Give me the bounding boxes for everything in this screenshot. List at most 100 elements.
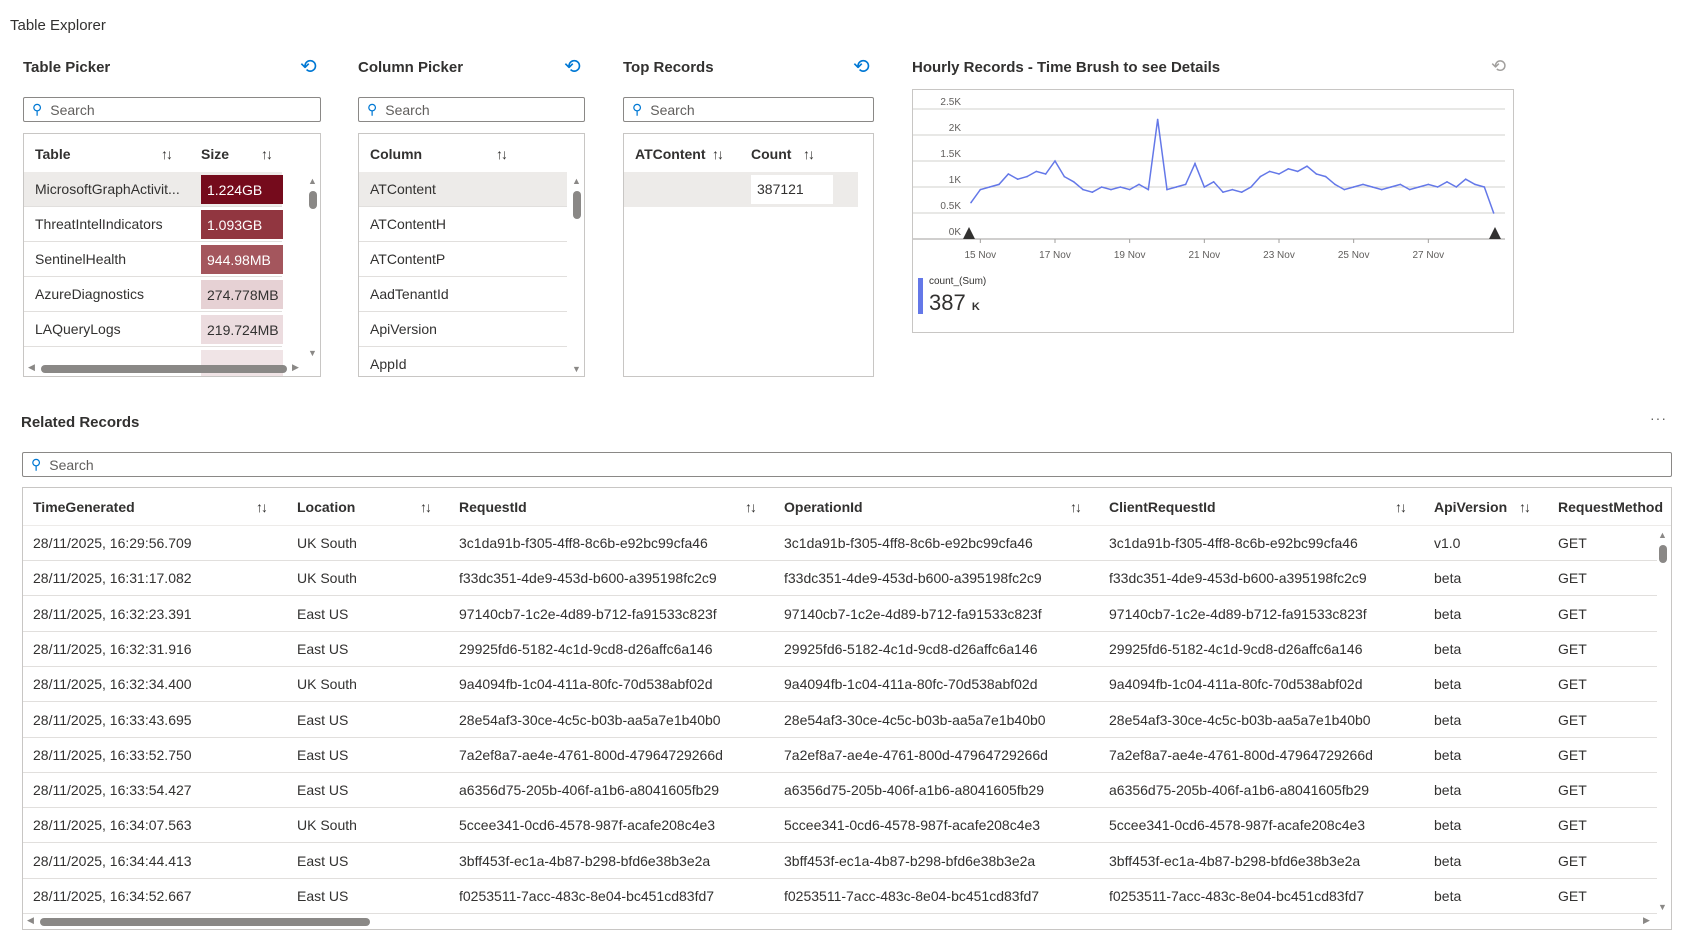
data-point <box>1455 186 1458 188</box>
cell-location: East US <box>297 888 349 904</box>
search-placeholder: Search <box>385 101 430 118</box>
column-header-table[interactable]: Table <box>35 146 71 162</box>
table-row[interactable]: SentinelHealth 944.98MB <box>24 242 283 277</box>
reset-undo-icon[interactable]: ⟲ <box>853 54 870 79</box>
sort-icon[interactable]: ↑↓ <box>161 146 173 162</box>
scroll-down-icon[interactable]: ▼ <box>572 364 581 374</box>
scroll-down-icon[interactable]: ▼ <box>1658 902 1667 912</box>
cell-requestid: 3bff453f-ec1a-4b87-b298-bfd6e38b3e2a <box>459 852 711 869</box>
column-row[interactable]: ATContentP <box>359 242 567 277</box>
table-row[interactable]: 28/11/2025, 16:34:07.563 UK South 5ccee341… <box>23 808 1657 844</box>
scroll-left-icon[interactable]: ◀ <box>28 362 35 373</box>
column-row[interactable]: ApiVersion <box>359 312 567 347</box>
column-header-requestmethod[interactable]: RequestMethod <box>1558 499 1663 515</box>
cell-apiversion: beta <box>1434 888 1462 904</box>
cell-apiversion: beta <box>1434 782 1462 799</box>
table-row[interactable]: 28/11/2025, 16:33:43.695 East US 28e54af3-… <box>23 703 1657 738</box>
brush-handle-left[interactable] <box>963 227 975 239</box>
column-row[interactable]: AadTenantId <box>359 277 567 312</box>
reset-undo-icon[interactable]: ⟲ <box>564 54 581 79</box>
scroll-down-icon[interactable]: ▼ <box>308 348 317 358</box>
vertical-scrollbar[interactable] <box>309 191 317 209</box>
table-row[interactable]: 28/11/2025, 16:32:23.391 East US 97140cb7-… <box>23 597 1657 632</box>
column-header-apiversion[interactable]: ApiVersion <box>1434 499 1507 515</box>
column-row[interactable]: ATContentH <box>359 207 567 242</box>
column-header-count[interactable]: Count <box>751 146 791 162</box>
cell-requestmethod: GET <box>1558 852 1587 869</box>
table-row[interactable]: 28/11/2025, 16:33:52.750 East US 7a2ef8a7-… <box>23 738 1657 773</box>
table-row[interactable]: 28/11/2025, 16:29:56.709 UK South 3c1da91b… <box>23 526 1657 561</box>
table-row[interactable]: 28/11/2025, 16:34:52.667 East US f0253511-… <box>23 879 1657 914</box>
data-point <box>1063 175 1066 178</box>
cell-operationid: 3bff453f-ec1a-4b87-b298-bfd6e38b3e2a <box>784 852 1036 869</box>
table-row[interactable]: 28/11/2025, 16:31:17.082 UK South f33dc351… <box>23 561 1657 597</box>
data-point <box>1128 188 1131 191</box>
column-header-location[interactable]: Location <box>297 499 355 515</box>
scroll-left-icon[interactable]: ◀ <box>27 915 34 926</box>
column-search-input[interactable]: ⚲ Search <box>358 97 585 122</box>
history-icon[interactable]: ⟲ <box>1491 56 1506 77</box>
data-point <box>1352 186 1355 188</box>
scroll-up-icon[interactable]: ▲ <box>308 176 317 186</box>
table-row[interactable]: AzureDiagnostics 274.778MB <box>24 277 283 312</box>
sort-icon[interactable]: ↑↓ <box>1070 499 1082 515</box>
cell-operationid: 28e54af3-30ce-4c5c-b03b-aa5a7e1b40b0 <box>784 711 1046 728</box>
table-row[interactable]: ThreatIntelIndicators 1.093GB <box>24 207 283 242</box>
sort-icon[interactable]: ↑↓ <box>803 146 815 162</box>
table-row[interactable]: LAQueryLogs 219.724MB <box>24 312 283 347</box>
table-row[interactable]: 28/11/2025, 16:32:34.400 UK South 9a4094fb… <box>23 667 1657 703</box>
sort-icon[interactable]: ↑↓ <box>256 499 268 515</box>
scroll-up-icon[interactable]: ▲ <box>572 176 581 186</box>
column-row[interactable]: ATContent <box>359 172 567 207</box>
sort-icon[interactable]: ↑↓ <box>496 146 508 162</box>
sort-icon[interactable]: ↑↓ <box>745 499 757 515</box>
table-row[interactable]: MicrosoftGraphActivit... 1.224GB <box>24 172 283 207</box>
size-cell: 944.98MB <box>201 245 283 274</box>
data-point <box>1082 188 1084 191</box>
cell-clientrequestid: 7a2ef8a7-ae4e-4761-800d-47964729266d <box>1109 746 1373 763</box>
table-search-input[interactable]: ⚲ Search <box>23 97 321 122</box>
more-options-icon[interactable]: ··· <box>1650 410 1667 426</box>
sort-icon[interactable]: ↑↓ <box>1519 499 1531 515</box>
column-header-clientrequestid[interactable]: ClientRequestId <box>1109 499 1216 515</box>
data-point <box>1222 191 1224 193</box>
search-placeholder: Search <box>650 101 695 118</box>
table-name: ThreatIntelIndicators <box>35 216 163 232</box>
vertical-scrollbar[interactable] <box>1659 545 1667 563</box>
column-header-requestid[interactable]: RequestId <box>459 499 527 515</box>
scroll-right-icon[interactable]: ▶ <box>292 362 299 373</box>
cell-operationid: 29925fd6-5182-4c1d-9cd8-d26affc6a146 <box>784 640 1038 657</box>
sort-icon[interactable]: ↑↓ <box>420 499 432 515</box>
horizontal-scrollbar[interactable] <box>41 365 287 373</box>
column-header-column[interactable]: Column <box>370 146 422 162</box>
data-point <box>1362 183 1364 186</box>
table-row[interactable]: 28/11/2025, 16:32:31.916 East US 29925fd6-… <box>23 632 1657 667</box>
sort-icon[interactable]: ↑↓ <box>712 146 724 162</box>
page-title: Table Explorer <box>10 17 106 34</box>
table-row[interactable]: 387121 <box>624 172 858 207</box>
column-header-size[interactable]: Size <box>201 146 229 162</box>
column-header-operationid[interactable]: OperationId <box>784 499 863 515</box>
sort-icon[interactable]: ↑↓ <box>1395 499 1407 515</box>
sort-icon[interactable]: ↑↓ <box>261 146 273 162</box>
related-search-input[interactable]: ⚲ Search <box>22 452 1672 477</box>
reset-undo-icon[interactable]: ⟲ <box>300 54 317 79</box>
column-header-timegenerated[interactable]: TimeGenerated <box>33 499 135 515</box>
table-row[interactable]: 28/11/2025, 16:34:44.413 East US 3bff453f-… <box>23 844 1657 879</box>
cell-operationid: 97140cb7-1c2e-4d89-b712-fa91533c823f <box>784 605 1042 622</box>
scroll-right-icon[interactable]: ▶ <box>1643 915 1650 926</box>
scroll-up-icon[interactable]: ▲ <box>1658 530 1667 540</box>
column-row[interactable]: AppId <box>359 347 567 376</box>
cell-requestmethod: GET <box>1558 676 1587 693</box>
table-row[interactable]: 28/11/2025, 16:33:54.427 East US a6356d75-… <box>23 773 1657 809</box>
vertical-scrollbar[interactable] <box>573 191 581 219</box>
top-records-search-input[interactable]: ⚲ Search <box>623 97 874 122</box>
line-chart[interactable]: 0K 0.5K 1K 1.5K 2K 2.5K 15 Nov 17 Nov 19 Nov 21 N… <box>913 90 1513 332</box>
column-name: AppId <box>370 356 407 372</box>
brush-handle-right[interactable] <box>1489 227 1501 239</box>
horizontal-scrollbar[interactable] <box>40 918 370 926</box>
column-header-atcontent[interactable]: ATContent <box>635 146 706 162</box>
legend-swatch <box>918 278 923 314</box>
data-point <box>1492 212 1495 214</box>
data-point <box>1334 183 1336 186</box>
